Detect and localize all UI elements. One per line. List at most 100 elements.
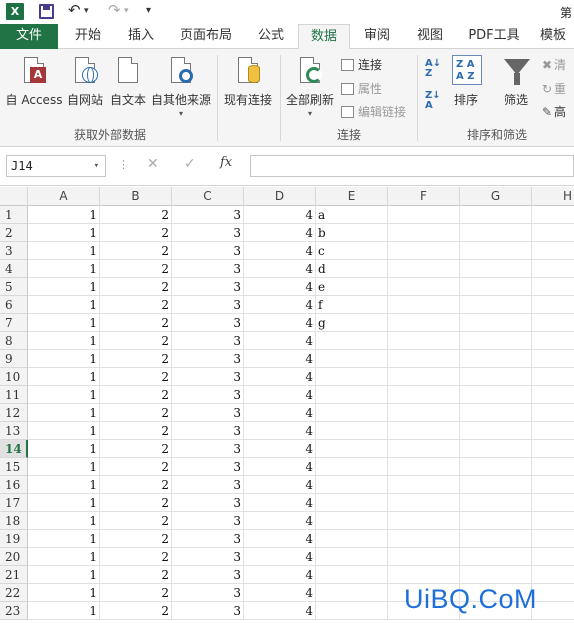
column-header-a[interactable]: A [28,187,100,206]
cell-c21[interactable]: 3 [172,566,244,584]
cell-h2[interactable] [532,224,574,242]
cell-e9[interactable] [316,350,388,368]
cell-c14[interactable]: 3 [172,440,244,458]
cell-h6[interactable] [532,296,574,314]
cell-c2[interactable]: 3 [172,224,244,242]
cell-a3[interactable]: 1 [28,242,100,260]
row-header[interactable]: 1 [0,206,28,224]
worksheet-grid[interactable]: ABCDEFGH 11234a21234b31234c41234d51234e6… [0,187,574,623]
cell-f21[interactable] [388,566,460,584]
cell-d8[interactable]: 4 [244,332,316,350]
cell-g17[interactable] [460,494,532,512]
cell-h1[interactable] [532,206,574,224]
cell-b17[interactable]: 2 [100,494,172,512]
cell-h13[interactable] [532,422,574,440]
tab-review[interactable]: 审阅 [352,24,402,49]
cell-d14[interactable]: 4 [244,440,316,458]
row-header[interactable]: 14 [0,440,28,458]
cell-c10[interactable]: 3 [172,368,244,386]
cell-e20[interactable] [316,548,388,566]
cell-h19[interactable] [532,530,574,548]
cell-f1[interactable] [388,206,460,224]
column-header-e[interactable]: E [316,187,388,206]
enter-formula-button[interactable]: ✓ [184,156,196,172]
undo-icon[interactable]: ↶ [68,1,81,19]
from-text-button[interactable]: 自文本 [107,55,149,108]
cell-d6[interactable]: 4 [244,296,316,314]
column-header-h[interactable]: H [532,187,574,206]
cell-a15[interactable]: 1 [28,458,100,476]
cell-b16[interactable]: 2 [100,476,172,494]
cell-g19[interactable] [460,530,532,548]
cell-a20[interactable]: 1 [28,548,100,566]
cell-f18[interactable] [388,512,460,530]
sort-button[interactable]: Z AA Z 排序 [448,55,484,108]
column-header-d[interactable]: D [244,187,316,206]
cell-f13[interactable] [388,422,460,440]
row-header[interactable]: 21 [0,566,28,584]
cell-a16[interactable]: 1 [28,476,100,494]
cell-h4[interactable] [532,260,574,278]
undo-dropdown-icon[interactable]: ▾ [84,6,89,16]
sort-descending-button[interactable]: Z↓ A [425,91,443,113]
cell-h14[interactable] [532,440,574,458]
cell-a19[interactable]: 1 [28,530,100,548]
cell-d23[interactable]: 4 [244,602,316,620]
cell-c17[interactable]: 3 [172,494,244,512]
row-header[interactable]: 18 [0,512,28,530]
cell-h20[interactable] [532,548,574,566]
cell-g20[interactable] [460,548,532,566]
cell-h5[interactable] [532,278,574,296]
cell-a5[interactable]: 1 [28,278,100,296]
cell-b7[interactable]: 2 [100,314,172,332]
from-access-button[interactable]: A 自 Access [4,55,64,108]
cell-a11[interactable]: 1 [28,386,100,404]
row-header[interactable]: 7 [0,314,28,332]
cell-d1[interactable]: 4 [244,206,316,224]
formula-input[interactable] [250,155,574,177]
advanced-filter-button[interactable]: ✎ 高 [542,103,566,120]
cell-e13[interactable] [316,422,388,440]
cell-d21[interactable]: 4 [244,566,316,584]
cell-c6[interactable]: 3 [172,296,244,314]
cell-h17[interactable] [532,494,574,512]
cell-a22[interactable]: 1 [28,584,100,602]
cell-a4[interactable]: 1 [28,260,100,278]
cell-a14[interactable]: 1 [28,440,100,458]
cell-g11[interactable] [460,386,532,404]
cell-f7[interactable] [388,314,460,332]
cell-d15[interactable]: 4 [244,458,316,476]
cell-f6[interactable] [388,296,460,314]
tab-data[interactable]: 数据 [298,24,350,50]
cell-b6[interactable]: 2 [100,296,172,314]
cell-a6[interactable]: 1 [28,296,100,314]
cell-g7[interactable] [460,314,532,332]
cell-c22[interactable]: 3 [172,584,244,602]
cell-e21[interactable] [316,566,388,584]
column-header-c[interactable]: C [172,187,244,206]
tab-pdf-tools[interactable]: PDF工具 [460,24,528,49]
cell-a1[interactable]: 1 [28,206,100,224]
cell-g18[interactable] [460,512,532,530]
cell-d9[interactable]: 4 [244,350,316,368]
from-web-button[interactable]: 自网站 [64,55,106,108]
cell-e2[interactable]: b [316,224,388,242]
cell-b11[interactable]: 2 [100,386,172,404]
cell-b23[interactable]: 2 [100,602,172,620]
cell-a12[interactable]: 1 [28,404,100,422]
sort-ascending-button[interactable]: A↓ Z [425,59,443,81]
cell-b13[interactable]: 2 [100,422,172,440]
cell-e5[interactable]: e [316,278,388,296]
cell-a23[interactable]: 1 [28,602,100,620]
connections-button[interactable]: 连接 [341,56,382,73]
cell-a17[interactable]: 1 [28,494,100,512]
cell-b2[interactable]: 2 [100,224,172,242]
row-header[interactable]: 20 [0,548,28,566]
cell-e10[interactable] [316,368,388,386]
cell-a2[interactable]: 1 [28,224,100,242]
cell-e18[interactable] [316,512,388,530]
cell-g9[interactable] [460,350,532,368]
redo-dropdown-icon[interactable]: ▾ [124,6,129,16]
cell-e15[interactable] [316,458,388,476]
row-header[interactable]: 3 [0,242,28,260]
